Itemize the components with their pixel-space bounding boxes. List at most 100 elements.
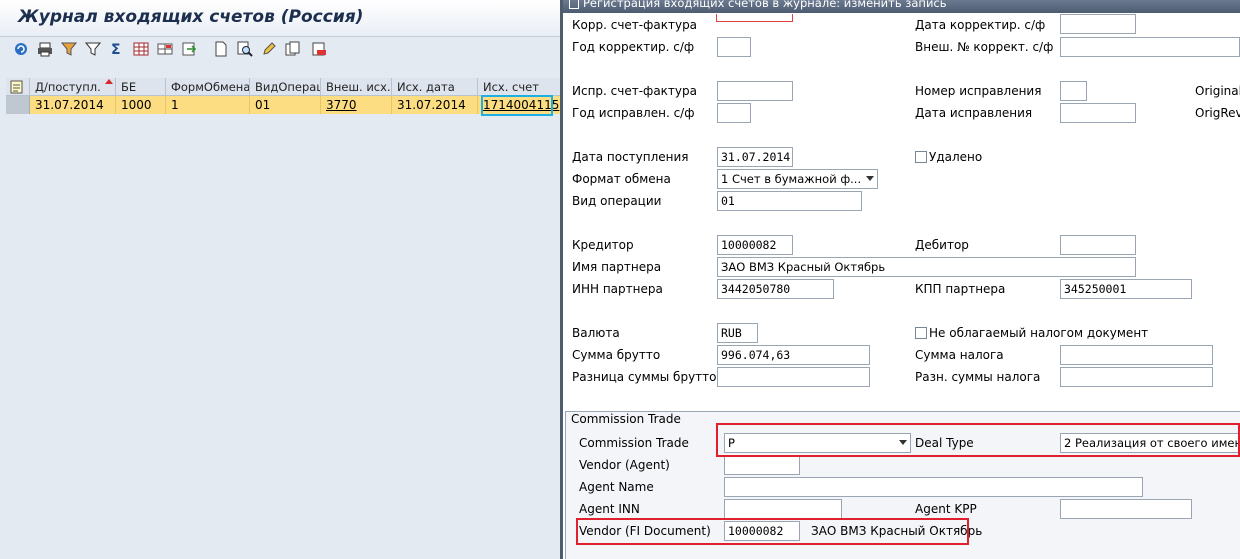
sort-ascending-icon: [105, 79, 113, 84]
edit-icon[interactable]: [260, 40, 278, 58]
gross-diff-label: Разница суммы брутто: [572, 370, 717, 384]
partner-name-field[interactable]: ЗАО ВМЗ Красный Октябрь: [717, 257, 1136, 277]
vendor-agent-label: Vendor (Agent): [579, 458, 670, 472]
exchange-format-dropdown[interactable]: 1 Счет в бумажной ф...: [717, 169, 878, 189]
column-header[interactable]: ФормОбмена: [166, 78, 250, 96]
corr-year-field[interactable]: [717, 37, 751, 57]
corr-invoice-label: Корр. счет-фактура: [572, 18, 698, 32]
exchange-format-value: 1 Счет в бумажной ф...: [721, 172, 862, 186]
vendor-agent-field[interactable]: [724, 455, 800, 475]
operation-type-field[interactable]: 01: [717, 191, 862, 211]
search-icon[interactable]: [236, 40, 254, 58]
fix-date-field[interactable]: [1060, 103, 1136, 123]
receipt-date-label: Дата поступления: [572, 150, 689, 164]
delete-icon[interactable]: [310, 40, 328, 58]
currency-label: Валюта: [572, 326, 620, 340]
tax-diff-field[interactable]: [1060, 367, 1213, 387]
columns-icon[interactable]: [156, 40, 174, 58]
table-cell: 1000: [116, 96, 166, 114]
agent-inn-field[interactable]: [724, 499, 842, 519]
table-cell: 1: [166, 96, 250, 114]
fixed-invoice-field[interactable]: [717, 81, 793, 101]
filter-icon[interactable]: [60, 40, 78, 58]
dialog-title: Регистрация входящих счетов в журнале: и…: [583, 0, 947, 10]
edit-icon: [569, 0, 579, 9]
fix-year-label: Год исправлен. с/ф: [572, 106, 695, 120]
refresh-icon[interactable]: [12, 40, 30, 58]
column-header[interactable]: Внеш. исх.: [321, 78, 392, 96]
table-cell: 31.07.2014: [30, 96, 116, 114]
agent-kpp-field[interactable]: [1060, 499, 1192, 519]
table-cell: 31.07.2014: [392, 96, 478, 114]
agent-name-field[interactable]: [724, 477, 1143, 497]
gross-diff-field[interactable]: [717, 367, 870, 387]
tax-exempt-label: Не облагаемый налогом документ: [929, 326, 1149, 340]
table-cell-link[interactable]: 3770: [321, 96, 392, 114]
original-label: Original I: [1195, 84, 1240, 98]
origrev-label: OrigRevD: [1195, 106, 1240, 120]
column-header[interactable]: Д/поступл.: [30, 78, 116, 96]
fix-number-field[interactable]: [1060, 81, 1087, 101]
operation-type-label: Вид операции: [572, 194, 662, 208]
layout-icon[interactable]: [132, 40, 150, 58]
debitor-label: Дебитор: [915, 238, 969, 252]
group-title: Commission Trade: [571, 412, 681, 426]
required-field-marker: [716, 14, 793, 22]
gross-amount-label: Сумма брутто: [572, 348, 661, 362]
currency-field[interactable]: RUB: [717, 323, 758, 343]
ext-corr-number-field[interactable]: [1060, 37, 1240, 57]
tax-exempt-checkbox[interactable]: [915, 327, 927, 339]
column-header[interactable]: ВидОперац: [250, 78, 321, 96]
page-title: Журнал входящих счетов (Россия): [18, 7, 364, 27]
fix-number-label: Номер исправления: [915, 84, 1042, 98]
window-title-bar: Журнал входящих счетов (Россия): [0, 0, 562, 37]
chevron-down-icon: [866, 176, 874, 181]
external-number-link[interactable]: 3770: [326, 98, 357, 112]
corr-date-field[interactable]: [1060, 14, 1136, 34]
agent-name-label: Agent Name: [579, 480, 654, 494]
column-header[interactable]: Исх. счет: [478, 78, 562, 96]
copy-icon[interactable]: [284, 40, 302, 58]
partner-kpp-field[interactable]: 345250001: [1060, 279, 1192, 299]
filter-set-icon[interactable]: [84, 40, 102, 58]
debitor-field[interactable]: [1060, 235, 1136, 255]
select-all-icon[interactable]: [6, 78, 30, 96]
gross-amount-field[interactable]: 996.074,63: [717, 345, 870, 365]
tax-amount-label: Сумма налога: [915, 348, 1004, 362]
highlight-box: [716, 423, 1240, 457]
fix-date-label: Дата исправления: [915, 106, 1033, 120]
column-header-label: Д/поступл.: [35, 80, 101, 94]
receipt-date-field[interactable]: 31.07.2014: [717, 147, 793, 167]
tax-diff-label: Разн. суммы налога: [915, 370, 1041, 384]
sum-icon[interactable]: Σ: [108, 40, 126, 58]
partner-kpp-label: КПП партнера: [915, 282, 1006, 296]
column-header[interactable]: Исх. дата: [392, 78, 478, 96]
tax-amount-field[interactable]: [1060, 345, 1213, 365]
highlight-box: [576, 518, 969, 545]
toolbar: Σ: [0, 37, 562, 65]
creditor-label: Кредитор: [572, 238, 634, 252]
deleted-label: Удалено: [929, 150, 983, 164]
row-selector[interactable]: [6, 96, 30, 114]
commission-trade-label: Commission Trade: [579, 436, 689, 450]
fix-year-field[interactable]: [717, 103, 751, 123]
export-icon[interactable]: [180, 40, 198, 58]
partner-name-label: Имя партнера: [572, 260, 662, 274]
exchange-format-label: Формат обмена: [572, 172, 671, 186]
partner-inn-field[interactable]: 3442050780: [717, 279, 834, 299]
highlight-box: [481, 95, 553, 116]
svg-text:Σ: Σ: [111, 42, 121, 57]
agent-inn-label: Agent INN: [579, 502, 640, 516]
deleted-checkbox[interactable]: [915, 151, 927, 163]
print-icon[interactable]: [36, 40, 54, 58]
ext-corr-number-label: Внеш. № коррект. с/ф: [915, 40, 1054, 54]
dialog-title-bar: Регистрация входящих счетов в журнале: и…: [563, 0, 1240, 13]
agent-kpp-label: Agent KPP: [915, 502, 977, 516]
new-doc-icon[interactable]: [212, 40, 230, 58]
partner-inn-label: ИНН партнера: [572, 282, 663, 296]
invoice-journal-window: Журнал входящих счетов (Россия) Σ Д/пост…: [0, 0, 562, 559]
creditor-field[interactable]: 10000082: [717, 235, 793, 255]
column-header[interactable]: БЕ: [116, 78, 166, 96]
corr-year-label: Год корректир. с/ф: [572, 40, 695, 54]
corr-date-label: Дата корректир. с/ф: [915, 18, 1046, 32]
